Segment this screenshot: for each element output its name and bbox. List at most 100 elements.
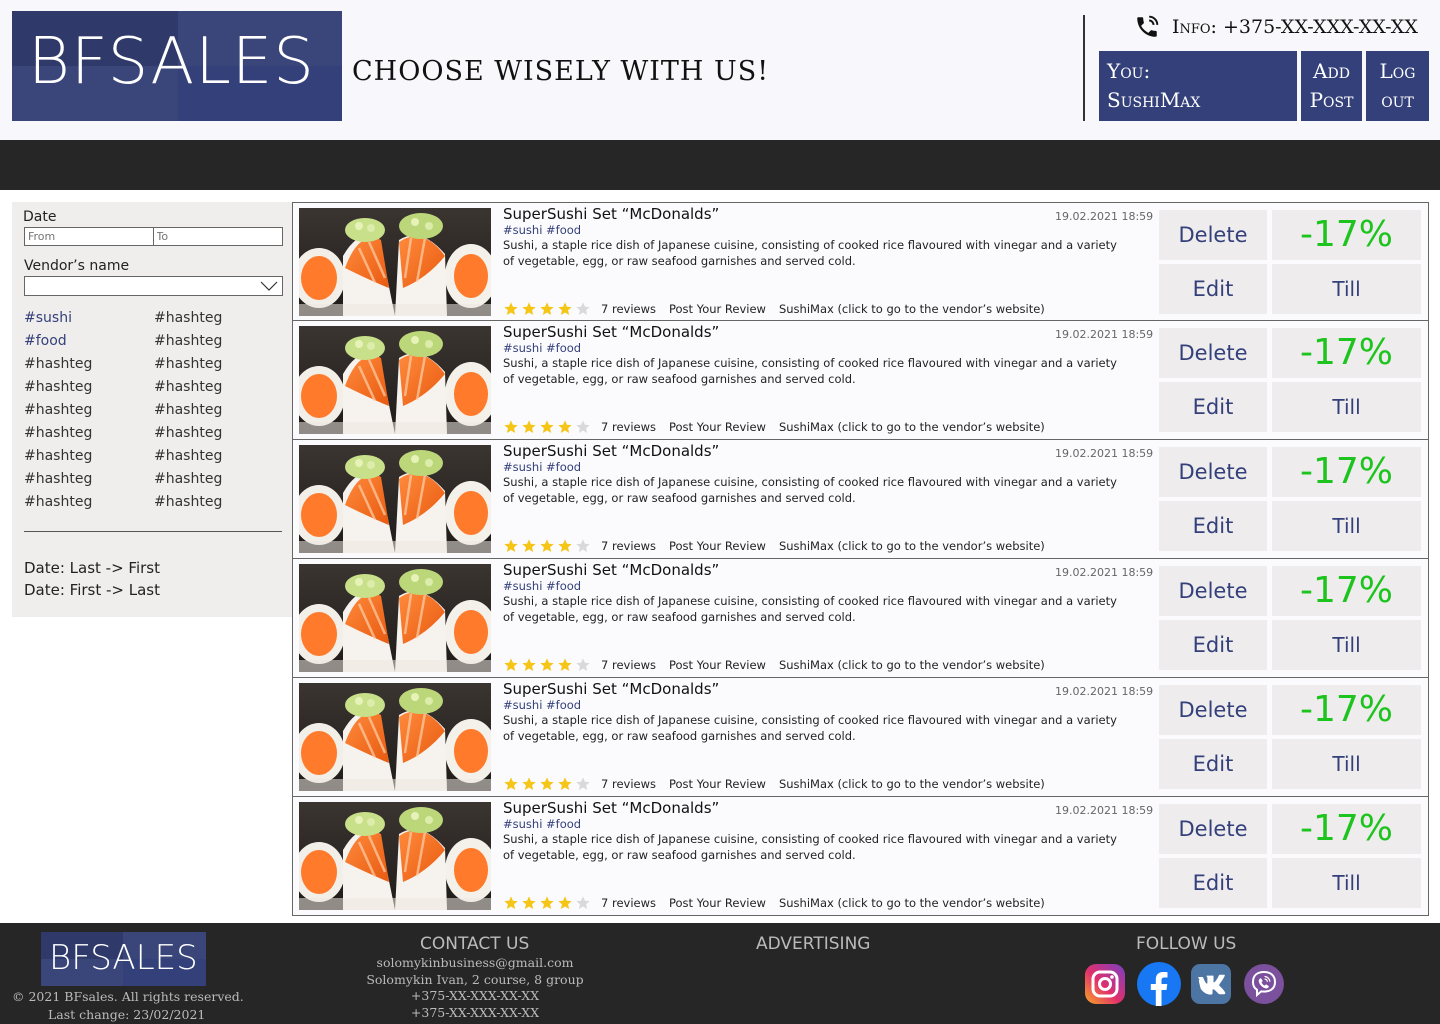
logout-button[interactable]: Log out (1366, 51, 1429, 121)
rating-stars[interactable] (503, 538, 591, 554)
post-review-link[interactable]: Post Your Review (669, 658, 766, 672)
hashtag-filter[interactable]: #hashteg (24, 356, 154, 375)
hashtag-filter[interactable]: #hashteg (154, 471, 284, 490)
reviews-count[interactable]: 7 reviews (601, 658, 656, 672)
rating-star-icon[interactable] (575, 776, 591, 792)
hashtag-filter[interactable]: #hashteg (24, 425, 154, 444)
post-hashtags[interactable]: #sushi #food (503, 817, 581, 831)
post-title[interactable]: SuperSushi Set “McDonalds” (503, 442, 719, 460)
rating-star-icon[interactable] (575, 301, 591, 317)
post-thumbnail[interactable] (299, 802, 491, 910)
edit-button[interactable]: Edit (1159, 264, 1267, 314)
sort-date-asc[interactable]: Date: First -> Last (24, 581, 160, 599)
hashtag-filter[interactable]: #sushi (24, 310, 154, 329)
edit-button[interactable]: Edit (1159, 501, 1267, 551)
post-hashtags[interactable]: #sushi #food (503, 341, 581, 355)
hashtag-filter[interactable]: #hashteg (154, 402, 284, 421)
reviews-count[interactable]: 7 reviews (601, 777, 656, 791)
advertising-link[interactable]: ADVERTISING (756, 934, 870, 954)
rating-star-icon[interactable] (557, 895, 573, 911)
rating-star-icon[interactable] (575, 419, 591, 435)
rating-star-icon[interactable] (557, 301, 573, 317)
rating-star-icon[interactable] (521, 419, 537, 435)
post-hashtags[interactable]: #sushi #food (503, 460, 581, 474)
rating-stars[interactable] (503, 419, 591, 435)
current-user[interactable]: You: SushiMax (1099, 51, 1297, 121)
post-thumbnail[interactable] (299, 564, 491, 672)
hashtag-filter[interactable]: #hashteg (154, 448, 284, 467)
edit-button[interactable]: Edit (1159, 858, 1267, 908)
delete-button[interactable]: Delete (1159, 566, 1267, 616)
rating-star-icon[interactable] (503, 776, 519, 792)
hashtag-filter[interactable]: #food (24, 333, 154, 352)
post-hashtags[interactable]: #sushi #food (503, 223, 581, 237)
vendor-link[interactable]: SushiMax (click to go to the vendor’s we… (779, 539, 1045, 553)
post-title[interactable]: SuperSushi Set “McDonalds” (503, 680, 719, 698)
post-review-link[interactable]: Post Your Review (669, 777, 766, 791)
post-hashtags[interactable]: #sushi #food (503, 698, 581, 712)
viber-icon[interactable] (1243, 963, 1285, 1005)
rating-star-icon[interactable] (539, 538, 555, 554)
rating-star-icon[interactable] (521, 657, 537, 673)
hashtag-filter[interactable]: #hashteg (24, 494, 154, 513)
rating-star-icon[interactable] (539, 301, 555, 317)
rating-stars[interactable] (503, 657, 591, 673)
rating-star-icon[interactable] (557, 776, 573, 792)
rating-star-icon[interactable] (575, 895, 591, 911)
post-title[interactable]: SuperSushi Set “McDonalds” (503, 561, 719, 579)
contact-email[interactable]: solomykinbusiness@gmail.com (340, 955, 610, 972)
delete-button[interactable]: Delete (1159, 447, 1267, 497)
rating-star-icon[interactable] (521, 301, 537, 317)
rating-star-icon[interactable] (539, 776, 555, 792)
vendor-select[interactable] (24, 276, 283, 296)
rating-star-icon[interactable] (539, 657, 555, 673)
rating-stars[interactable] (503, 895, 591, 911)
post-review-link[interactable]: Post Your Review (669, 539, 766, 553)
rating-star-icon[interactable] (503, 657, 519, 673)
post-thumbnail[interactable] (299, 326, 491, 434)
hashtag-filter[interactable]: #hashteg (154, 494, 284, 513)
delete-button[interactable]: Delete (1159, 210, 1267, 260)
sort-date-desc[interactable]: Date: Last -> First (24, 559, 160, 577)
date-to-input[interactable] (153, 228, 282, 245)
instagram-icon[interactable] (1084, 963, 1126, 1005)
delete-button[interactable]: Delete (1159, 804, 1267, 854)
post-title[interactable]: SuperSushi Set “McDonalds” (503, 205, 719, 223)
hashtag-filter[interactable]: #hashteg (154, 379, 284, 398)
rating-stars[interactable] (503, 301, 591, 317)
post-title[interactable]: SuperSushi Set “McDonalds” (503, 323, 719, 341)
edit-button[interactable]: Edit (1159, 620, 1267, 670)
post-review-link[interactable]: Post Your Review (669, 896, 766, 910)
date-from-input[interactable] (25, 228, 154, 245)
hashtag-filter[interactable]: #hashteg (24, 471, 154, 490)
rating-star-icon[interactable] (557, 657, 573, 673)
post-review-link[interactable]: Post Your Review (669, 302, 766, 316)
hashtag-filter[interactable]: #hashteg (154, 425, 284, 444)
rating-star-icon[interactable] (539, 895, 555, 911)
reviews-count[interactable]: 7 reviews (601, 896, 656, 910)
rating-star-icon[interactable] (521, 538, 537, 554)
rating-star-icon[interactable] (503, 301, 519, 317)
delete-button[interactable]: Delete (1159, 685, 1267, 735)
post-title[interactable]: SuperSushi Set “McDonalds” (503, 799, 719, 817)
vendor-link[interactable]: SushiMax (click to go to the vendor’s we… (779, 420, 1045, 434)
hashtag-filter[interactable]: #hashteg (154, 310, 284, 329)
vendor-link[interactable]: SushiMax (click to go to the vendor’s we… (779, 658, 1045, 672)
edit-button[interactable]: Edit (1159, 382, 1267, 432)
vendor-link[interactable]: SushiMax (click to go to the vendor’s we… (779, 896, 1045, 910)
site-logo[interactable]: BFSALES (12, 11, 342, 121)
reviews-count[interactable]: 7 reviews (601, 539, 656, 553)
vendor-link[interactable]: SushiMax (click to go to the vendor’s we… (779, 777, 1045, 791)
facebook-icon[interactable] (1136, 961, 1182, 1007)
hashtag-filter[interactable]: #hashteg (24, 379, 154, 398)
add-post-button[interactable]: Add Post (1301, 51, 1362, 121)
rating-star-icon[interactable] (539, 419, 555, 435)
hashtag-filter[interactable]: #hashteg (24, 402, 154, 421)
reviews-count[interactable]: 7 reviews (601, 420, 656, 434)
delete-button[interactable]: Delete (1159, 328, 1267, 378)
edit-button[interactable]: Edit (1159, 739, 1267, 789)
post-thumbnail[interactable] (299, 208, 491, 316)
rating-star-icon[interactable] (503, 538, 519, 554)
hashtag-filter[interactable]: #hashteg (154, 356, 284, 375)
rating-star-icon[interactable] (557, 538, 573, 554)
